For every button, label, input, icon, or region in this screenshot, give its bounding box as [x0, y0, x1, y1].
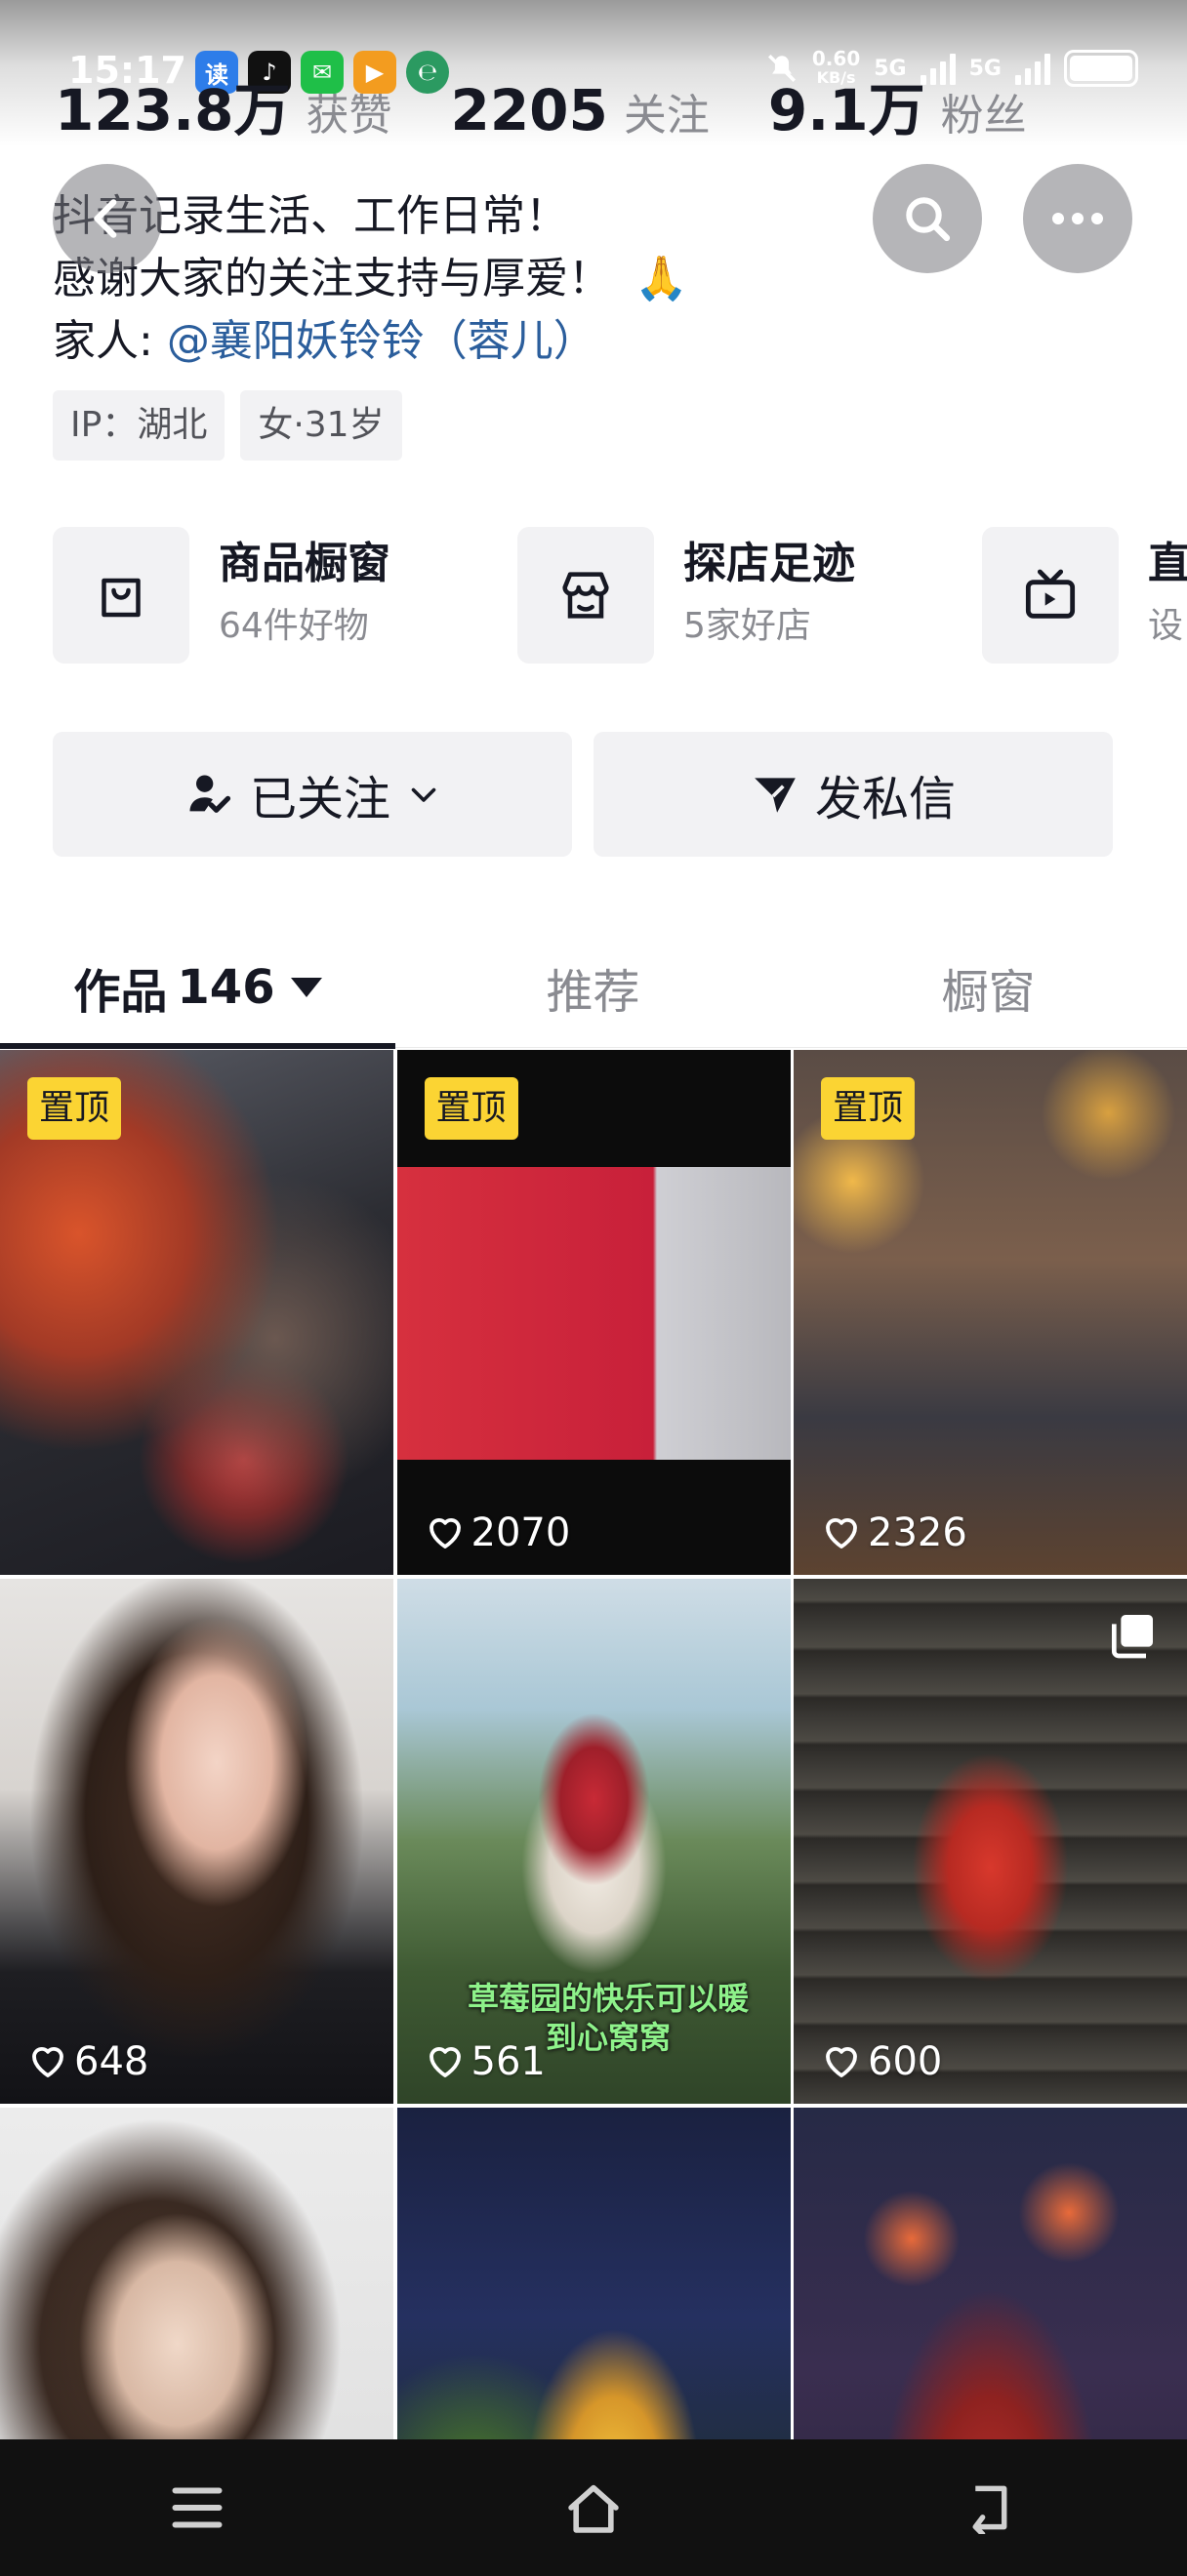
heart-icon [826, 1518, 857, 1549]
service-title: 探店足迹 [683, 539, 855, 588]
tab-works-label: 作品 [73, 964, 168, 1020]
home-icon[interactable] [562, 2480, 625, 2535]
video-thumbnail[interactable]: 置顶 2326 [794, 1050, 1187, 1575]
profile-stats: 123.8万 获赞 2205 关注 9.1万 粉丝 [55, 64, 1085, 146]
pray-emoji: 🙏 [634, 254, 688, 303]
heart-icon [826, 2047, 857, 2077]
search-icon [906, 197, 951, 242]
ip-location-tag: IP：湖北 [53, 390, 225, 461]
pinned-badge: 置顶 [821, 1077, 916, 1140]
chevron-left-icon [94, 199, 117, 238]
video-thumbnail[interactable]: 草莓园的快乐可以暖到心窝窝 561 [396, 1579, 791, 2104]
profile-tags: IP：湖北 女·31岁 [53, 390, 402, 461]
service-subtitle: 5家好店 [683, 606, 811, 646]
user-check-icon [189, 775, 231, 813]
search-button[interactable] [873, 164, 982, 273]
following-button[interactable]: 已关注 [53, 732, 572, 857]
back-button[interactable] [53, 164, 162, 273]
likes-label: 获赞 [306, 91, 392, 141]
followers-count[interactable]: 9.1万 [768, 64, 925, 146]
more-dots-icon [1052, 213, 1103, 224]
system-nav-bar [0, 2439, 1187, 2576]
gender-age-tag: 女·31岁 [240, 390, 402, 461]
heart-icon [429, 2047, 461, 2077]
send-message-label: 发私信 [814, 772, 956, 826]
following-count[interactable]: 2205 [450, 77, 607, 143]
tab-showcase[interactable]: 橱窗 [791, 927, 1186, 1047]
services-row: 商品橱窗 64件好物 探店足迹 5家好店 直 设 [53, 527, 1187, 664]
service-live[interactable]: 直 设 [982, 527, 1187, 664]
service-subtitle: 64件好物 [219, 606, 369, 646]
more-button[interactable] [1023, 164, 1132, 273]
tab-recommend[interactable]: 推荐 [395, 927, 791, 1047]
send-message-button[interactable]: 发私信 [594, 732, 1113, 857]
pinned-badge: 置顶 [424, 1077, 518, 1140]
shop-icon [517, 527, 654, 664]
like-count: 648 [27, 2039, 148, 2084]
video-thumbnail[interactable]: 置顶 [0, 1050, 393, 1575]
video-thumbnail[interactable]: 648 [0, 1579, 393, 2104]
multi-image-icon [1112, 1615, 1153, 1659]
like-count: 2070 [425, 1510, 570, 1555]
like-count: 561 [425, 2039, 546, 2084]
likes-count[interactable]: 123.8万 [55, 64, 290, 146]
video-cover [396, 1167, 791, 1460]
video-cover [0, 1579, 393, 2104]
send-icon [755, 778, 796, 813]
service-subtitle: 设 [1148, 606, 1184, 646]
tab-works[interactable]: 作品 146 [0, 927, 395, 1049]
caret-down-icon[interactable] [290, 977, 322, 997]
service-title: 直 [1148, 539, 1187, 588]
video-thumbnail[interactable]: 置顶 2070 [396, 1050, 791, 1575]
profile-tabs: 作品 146 推荐 橱窗 [0, 927, 1187, 1049]
service-shop-window[interactable]: 商品橱窗 64件好物 [53, 527, 517, 664]
pinned-badge: 置顶 [27, 1077, 122, 1140]
following-label: 关注 [623, 91, 710, 141]
followers-label: 粉丝 [940, 91, 1027, 141]
chevron-down-icon [411, 787, 436, 802]
profile-actions: 已关注 发私信 [53, 732, 1113, 857]
video-thumbnail[interactable]: 600 [794, 1579, 1187, 2104]
family-mention-link[interactable]: @襄阳妖铃铃（蓉儿） [167, 316, 596, 366]
bag-icon [53, 527, 189, 664]
bio-line-3: 家人: @襄阳妖铃铃（蓉儿） [53, 316, 596, 366]
following-label: 已关注 [249, 772, 390, 826]
back-nav-icon[interactable] [961, 2481, 1019, 2534]
bio-line-2: 感谢大家的关注支持与厚爱！ 🙏 [53, 254, 688, 303]
like-count: 600 [821, 2039, 942, 2084]
tab-works-count: 146 [177, 959, 275, 1015]
heart-icon [32, 2047, 63, 2077]
service-title: 商品橱窗 [219, 539, 390, 588]
menu-icon[interactable] [168, 2483, 226, 2532]
like-count: 2326 [821, 1510, 967, 1555]
service-store-visits[interactable]: 探店足迹 5家好店 [517, 527, 982, 664]
heart-icon [429, 1518, 461, 1549]
tv-icon [982, 527, 1119, 664]
video-grid: 置顶 置顶 2070 置顶 2326 648 草莓园的快乐可以暖到心窝窝 561 [0, 1050, 1187, 2576]
